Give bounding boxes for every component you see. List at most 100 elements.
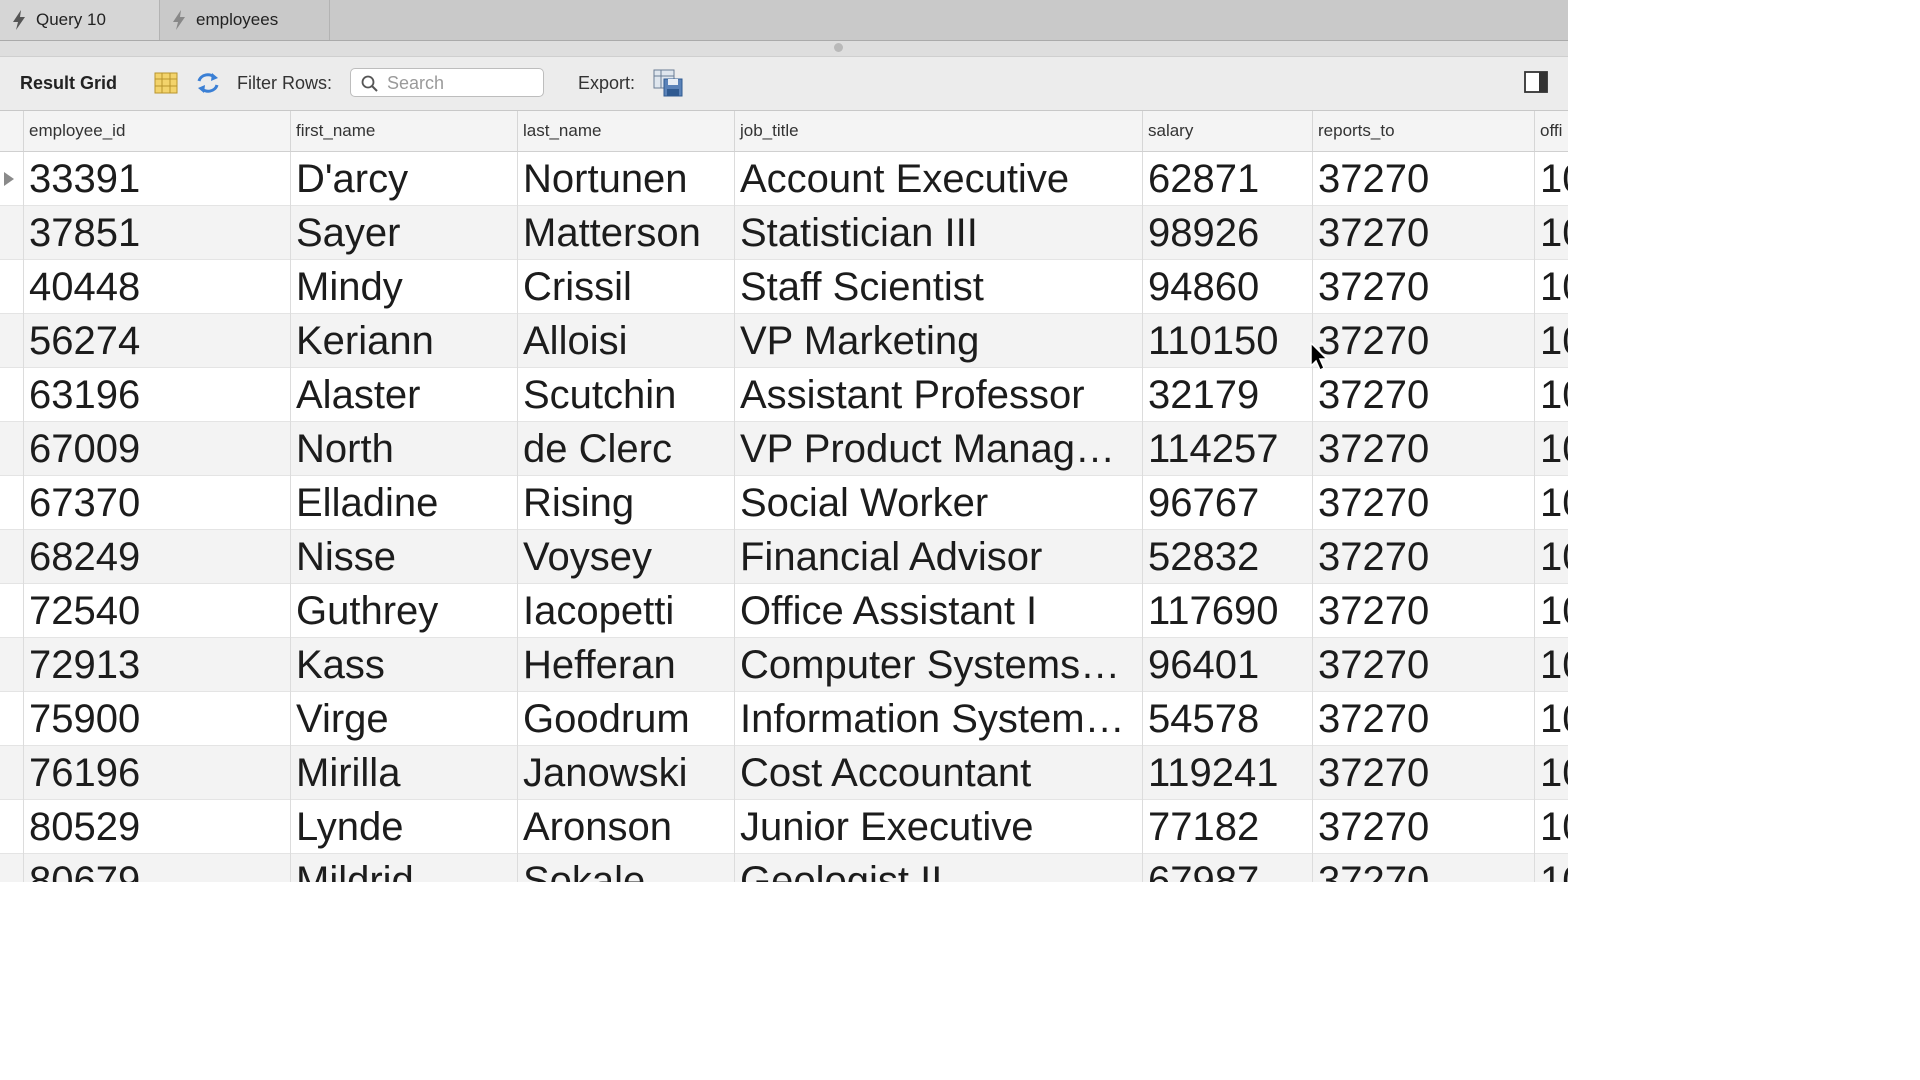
cell-job-title[interactable]: Assistant Professor <box>734 368 1142 422</box>
table-row[interactable]: 67009 North de Clerc VP Product Manag… 11425… <box>0 422 1568 476</box>
column-header-employee-id[interactable]: employee_id <box>23 111 290 151</box>
pane-splitter[interactable] <box>0 41 1568 57</box>
columns-icon[interactable] <box>154 72 178 94</box>
cell-job-title[interactable]: Cost Accountant <box>734 746 1142 800</box>
cell-salary[interactable]: 52832 <box>1142 530 1312 584</box>
cell-employee-id[interactable]: 68249 <box>23 530 290 584</box>
cell-last-name[interactable]: de Clerc <box>517 422 734 476</box>
cell-employee-id[interactable]: 67009 <box>23 422 290 476</box>
table-row[interactable]: 37851 Sayer Matterson Statistician III 98926… <box>0 206 1568 260</box>
table-row[interactable]: 63196 Alaster Scutchin Assistant Professor 3… <box>0 368 1568 422</box>
cell-reports-to[interactable]: 37270 <box>1312 692 1534 746</box>
cell-first-name[interactable]: Sayer <box>290 206 517 260</box>
cell-office[interactable]: 10 <box>1534 152 1568 206</box>
cell-first-name[interactable]: Nisse <box>290 530 517 584</box>
cell-employee-id[interactable]: 63196 <box>23 368 290 422</box>
cell-salary[interactable]: 77182 <box>1142 800 1312 854</box>
cell-salary[interactable]: 54578 <box>1142 692 1312 746</box>
cell-office[interactable]: 10 <box>1534 476 1568 530</box>
cell-last-name[interactable]: Matterson <box>517 206 734 260</box>
filter-search-input[interactable] <box>385 72 539 95</box>
cell-reports-to[interactable]: 37270 <box>1312 314 1534 368</box>
table-row[interactable]: 80529 Lynde Aronson Junior Executive 77182 37… <box>0 800 1568 854</box>
cell-salary[interactable]: 110150 <box>1142 314 1312 368</box>
cell-reports-to[interactable]: 37270 <box>1312 152 1534 206</box>
cell-office[interactable]: 10 <box>1534 314 1568 368</box>
splitter-handle[interactable] <box>834 43 843 52</box>
export-icon[interactable] <box>653 69 683 97</box>
cell-employee-id[interactable]: 75900 <box>23 692 290 746</box>
cell-employee-id[interactable]: 33391 <box>23 152 290 206</box>
cell-salary[interactable]: 67987 <box>1142 854 1312 882</box>
table-row[interactable]: 72540 Guthrey Iacopetti Office Assistant I1… <box>0 584 1568 638</box>
cell-salary[interactable]: 32179 <box>1142 368 1312 422</box>
cell-reports-to[interactable]: 37270 <box>1312 368 1534 422</box>
cell-salary[interactable]: 96401 <box>1142 638 1312 692</box>
table-row[interactable]: 56274 Keriann Alloisi VP Marketing 110150 372… <box>0 314 1568 368</box>
cell-last-name[interactable]: Goodrum <box>517 692 734 746</box>
table-row[interactable]: 67370 Elladine Rising Social Worker 96767 372… <box>0 476 1568 530</box>
cell-last-name[interactable]: Crissil <box>517 260 734 314</box>
cell-last-name[interactable]: Scutchin <box>517 368 734 422</box>
cell-office[interactable]: 10 <box>1534 746 1568 800</box>
cell-employee-id[interactable]: 56274 <box>23 314 290 368</box>
cell-employee-id[interactable]: 76196 <box>23 746 290 800</box>
cell-first-name[interactable]: Mindy <box>290 260 517 314</box>
tab-query-10[interactable]: Query 10 <box>0 0 160 40</box>
column-header-reports-to[interactable]: reports_to <box>1312 111 1534 151</box>
cell-first-name[interactable]: Kass <box>290 638 517 692</box>
cell-last-name[interactable]: Sokale <box>517 854 734 882</box>
cell-office[interactable]: 10 <box>1534 584 1568 638</box>
cell-office[interactable]: 10 <box>1534 206 1568 260</box>
cell-first-name[interactable]: Elladine <box>290 476 517 530</box>
cell-reports-to[interactable]: 37270 <box>1312 746 1534 800</box>
cell-employee-id[interactable]: 80679 <box>23 854 290 882</box>
table-row[interactable]: 33391 D'arcy Nortunen Account Executive 6287… <box>0 152 1568 206</box>
cell-job-title[interactable]: Office Assistant I <box>734 584 1142 638</box>
cell-office[interactable]: 10 <box>1534 692 1568 746</box>
cell-last-name[interactable]: Aronson <box>517 800 734 854</box>
cell-employee-id[interactable]: 37851 <box>23 206 290 260</box>
table-row[interactable]: 75900 Virge Goodrum Information System… 5457… <box>0 692 1568 746</box>
cell-last-name[interactable]: Alloisi <box>517 314 734 368</box>
cell-salary[interactable]: 98926 <box>1142 206 1312 260</box>
cell-reports-to[interactable]: 37270 <box>1312 206 1534 260</box>
cell-last-name[interactable]: Hefferan <box>517 638 734 692</box>
cell-office[interactable]: 10 <box>1534 422 1568 476</box>
cell-reports-to[interactable]: 37270 <box>1312 638 1534 692</box>
cell-office[interactable]: 10 <box>1534 800 1568 854</box>
cell-job-title[interactable]: VP Product Manag… <box>734 422 1142 476</box>
cell-last-name[interactable]: Iacopetti <box>517 584 734 638</box>
cell-reports-to[interactable]: 37270 <box>1312 584 1534 638</box>
cell-last-name[interactable]: Voysey <box>517 530 734 584</box>
column-header-first-name[interactable]: first_name <box>290 111 517 151</box>
cell-job-title[interactable]: VP Marketing <box>734 314 1142 368</box>
cell-employee-id[interactable]: 72540 <box>23 584 290 638</box>
cell-employee-id[interactable]: 80529 <box>23 800 290 854</box>
cell-first-name[interactable]: Mirilla <box>290 746 517 800</box>
cell-job-title[interactable]: Computer Systems… <box>734 638 1142 692</box>
table-row[interactable]: 68249 Nisse Voysey Financial Advisor 52832 37… <box>0 530 1568 584</box>
cell-job-title[interactable]: Staff Scientist <box>734 260 1142 314</box>
cell-job-title[interactable]: Geologist II <box>734 854 1142 882</box>
cell-first-name[interactable]: Virge <box>290 692 517 746</box>
cell-job-title[interactable]: Social Worker <box>734 476 1142 530</box>
cell-salary[interactable]: 94860 <box>1142 260 1312 314</box>
filter-search-field[interactable] <box>350 68 544 97</box>
cell-reports-to[interactable]: 37270 <box>1312 476 1534 530</box>
cell-salary[interactable]: 119241 <box>1142 746 1312 800</box>
column-header-last-name[interactable]: last_name <box>517 111 734 151</box>
cell-first-name[interactable]: D'arcy <box>290 152 517 206</box>
table-row[interactable]: 76196 Mirilla Janowski Cost Accountant 11924… <box>0 746 1568 800</box>
cell-employee-id[interactable]: 72913 <box>23 638 290 692</box>
cell-salary[interactable]: 117690 <box>1142 584 1312 638</box>
cell-first-name[interactable]: Keriann <box>290 314 517 368</box>
cell-employee-id[interactable]: 67370 <box>23 476 290 530</box>
cell-last-name[interactable]: Rising <box>517 476 734 530</box>
cell-office[interactable]: 10 <box>1534 638 1568 692</box>
cell-job-title[interactable]: Statistician III <box>734 206 1142 260</box>
result-grid[interactable]: employee_id first_name last_name job_tit… <box>0 111 1568 882</box>
column-header-salary[interactable]: salary <box>1142 111 1312 151</box>
refresh-icon[interactable] <box>195 71 221 95</box>
cell-office[interactable]: 10 <box>1534 530 1568 584</box>
